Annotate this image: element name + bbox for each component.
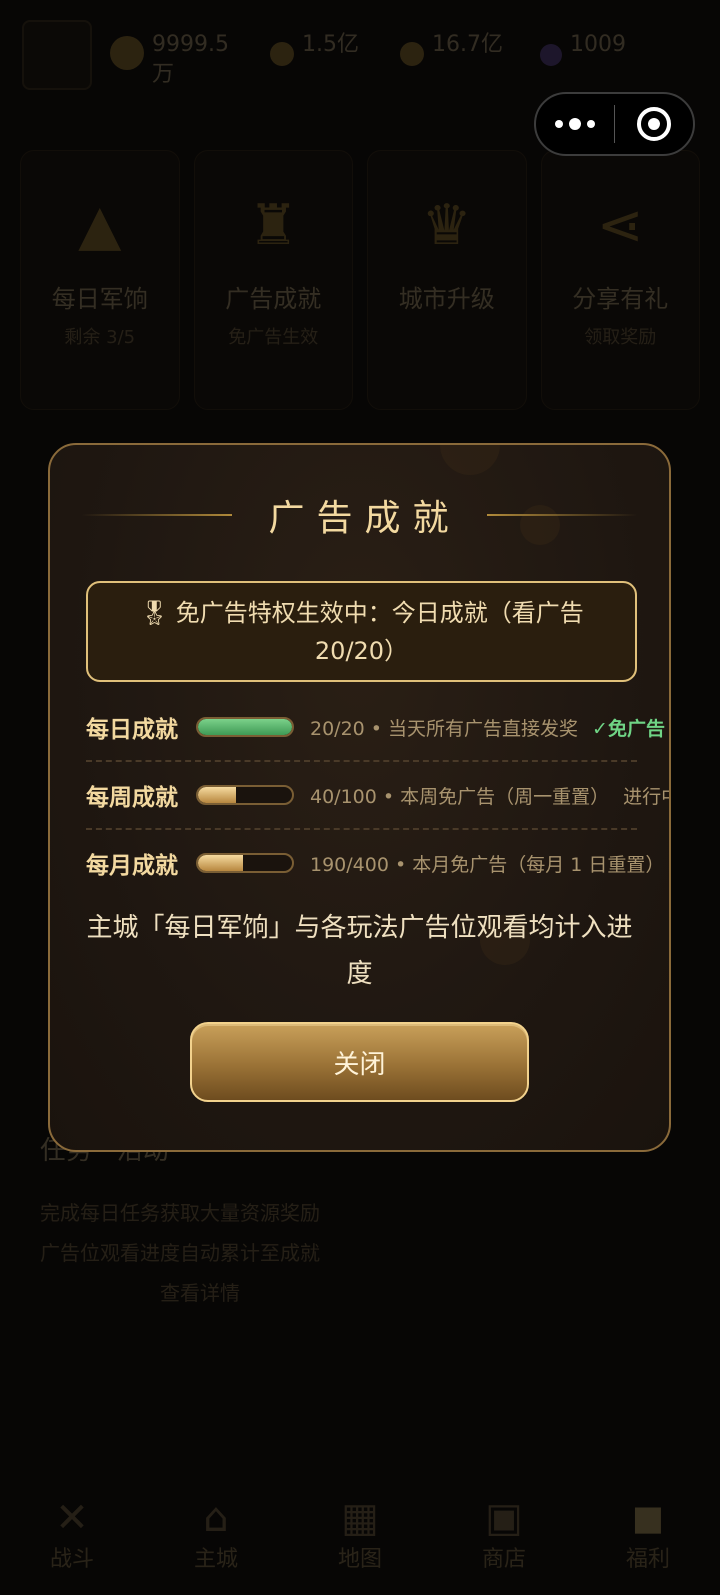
tab-label: 商店 [481, 1547, 526, 1572]
privilege-text: 免广告特权生效中：今日成就（看广告 20/20） [175, 598, 584, 665]
medal-icon: 🎖 [139, 598, 170, 627]
progress-fill [198, 719, 292, 735]
sword-icon: ✕ [55, 1495, 89, 1541]
tent-icon: ▲ [78, 193, 122, 258]
bottom-tab-bar: ✕ 战斗 ⌂ 主城 ▦ 地图 ▣ 商店 ◼ 福利 [0, 1465, 720, 1595]
card-sub: 免广告生效 [228, 327, 319, 348]
card-title: 城市升级 [398, 285, 495, 313]
tab-label: 主城 [193, 1547, 238, 1572]
resource-value: 16.7亿 [432, 32, 503, 57]
card-title: 每日军饷 [51, 285, 148, 313]
gem-icon [540, 44, 562, 66]
resource-value: 9999.5万 [152, 32, 229, 87]
achievement-status: ✓免广告 [592, 717, 665, 740]
section-line: 广告位观看进度自动累计至成就 [40, 1241, 320, 1265]
card-title: 广告成就 [225, 285, 322, 313]
decor [440, 445, 500, 475]
achievement-label: 每月成就 [86, 853, 178, 879]
task-section: 任务 · 活动 完成每日任务获取大量资源奖励 广告位观看进度自动累计至成就 查看… [40, 1130, 680, 1305]
resource-gold: 9999.5万 [110, 30, 232, 90]
achievement-row-monthly: 每月成就 190/400 • 本月免广告（每月 1 日重置） [86, 843, 669, 883]
resource-food: 1.5亿 [270, 30, 382, 90]
dialog-header: 广告成就 [50, 485, 669, 545]
tab-welfare[interactable]: ◼ 福利 [576, 1465, 720, 1595]
tab-city[interactable]: ⌂ 主城 [144, 1465, 288, 1595]
resource-gem: 1009 [540, 30, 650, 90]
shop-icon: ▣ [485, 1495, 523, 1541]
card-share[interactable]: ⋖ 分享有礼 领取奖励 [540, 150, 700, 410]
row-divider [86, 828, 637, 830]
achievement-row-daily: 每日成就 20/20 • 当天所有广告直接发奖 ✓免广告 [86, 707, 669, 747]
tab-label: 福利 [625, 1547, 670, 1572]
achievement-label: 每周成就 [86, 785, 178, 811]
ad-achievement-dialog: 广告成就 🎖 免广告特权生效中：今日成就（看广告 20/20） 每日成就 20/2… [48, 443, 671, 1152]
resource-wood: 16.7亿 [400, 30, 512, 90]
tab-label: 地图 [337, 1547, 382, 1572]
tab-label: 战斗 [49, 1547, 94, 1572]
avatar[interactable] [22, 20, 92, 90]
castle-icon: ♛ [421, 193, 472, 258]
resource-value: 1009 [570, 32, 626, 57]
close-button[interactable]: 关闭 [190, 1022, 529, 1102]
card-daily-pay[interactable]: ▲ 每日军饷 剩余 3/5 [20, 150, 180, 410]
achievement-label: 每日成就 [86, 717, 178, 743]
castle-icon: ⌂ [203, 1495, 229, 1541]
title-ornament-right [486, 514, 637, 516]
progress-bar [196, 853, 294, 873]
card-title: 分享有礼 [572, 285, 669, 313]
progress-bar [196, 785, 294, 805]
tab-map[interactable]: ▦ 地图 [288, 1465, 432, 1595]
dialog-title: 广告成就 [268, 498, 461, 539]
row-divider [86, 760, 637, 762]
tab-shop[interactable]: ▣ 商店 [432, 1465, 576, 1595]
target-close-icon[interactable] [615, 94, 693, 154]
food-icon [270, 42, 294, 66]
progress-fill [198, 787, 236, 803]
tab-battle[interactable]: ✕ 战斗 [0, 1465, 144, 1595]
card-sub: 剩余 3/5 [64, 327, 136, 348]
achievement-status: 进行中 [623, 785, 669, 808]
share-icon: ⋖ [596, 193, 644, 258]
privilege-banner: 🎖 免广告特权生效中：今日成就（看广告 20/20） [86, 581, 637, 682]
achievement-info: 40/100 • 本周免广告（周一重置） [310, 785, 610, 808]
more-dots-icon[interactable] [536, 94, 614, 154]
card-sub: 领取奖励 [584, 327, 657, 348]
progress-fill [198, 855, 243, 871]
trophy-icon: ♜ [248, 193, 299, 258]
card-city-upgrade[interactable]: ♛ 城市升级 [367, 150, 527, 410]
resource-value: 1.5亿 [302, 32, 359, 57]
feature-cards: ▲ 每日军饷 剩余 3/5 ♜ 广告成就 免广告生效 ♛ 城市升级 ⋖ 分享有礼… [20, 150, 700, 410]
section-line: 完成每日任务获取大量资源奖励 [40, 1201, 320, 1225]
wood-icon [400, 42, 424, 66]
gift-icon: ◼ [631, 1495, 665, 1541]
gold-coin-icon [110, 36, 144, 70]
achievement-row-weekly: 每周成就 40/100 • 本周免广告（周一重置） 进行中 [86, 775, 669, 815]
achievement-info: 190/400 • 本月免广告（每月 1 日重置） [310, 853, 665, 876]
card-ad-achievement[interactable]: ♜ 广告成就 免广告生效 [193, 150, 353, 410]
map-icon: ▦ [341, 1495, 379, 1541]
miniprogram-capsule [534, 92, 695, 156]
progress-note: 主城「每日军饷」与各玩法广告位观看均计入进度 [86, 913, 633, 989]
title-ornament-left [82, 514, 233, 516]
achievement-info: 20/20 • 当天所有广告直接发奖 [310, 717, 579, 740]
progress-bar [196, 717, 294, 737]
screen: 9999.5万 1.5亿 16.7亿 1009 ▲ 每日军饷 剩余 3/5 ♜ … [0, 0, 720, 1595]
section-link[interactable]: 查看详情 [40, 1273, 680, 1313]
